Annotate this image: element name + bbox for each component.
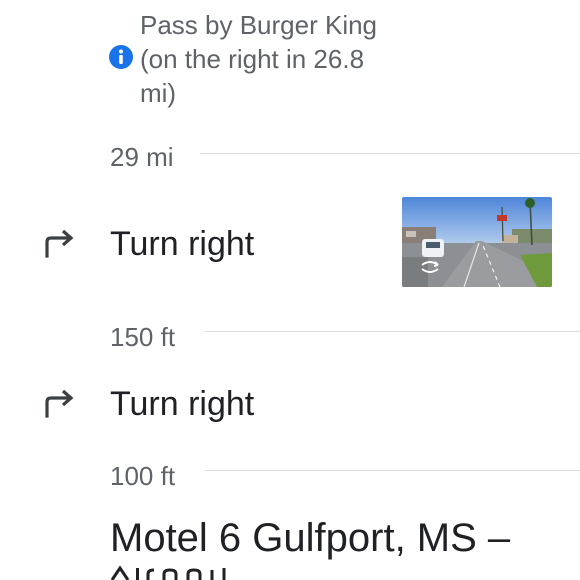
street-view-thumbnail[interactable] (402, 197, 552, 287)
segment-distance: 100 ft (110, 461, 176, 491)
segment-distance: 150 ft (110, 322, 176, 352)
landmark-note: Pass by Burger King (on the right in 26.… (140, 8, 400, 110)
info-icon (108, 44, 134, 70)
destination-name[interactable]: Motel 6 Gulfport, MS – (110, 516, 510, 561)
divider (205, 470, 580, 471)
destination-continuation (110, 566, 250, 580)
turn-right-icon (42, 388, 78, 418)
turn-right-icon (42, 228, 78, 258)
directions-list: Pass by Burger King (on the right in 26.… (0, 0, 580, 580)
divider (200, 153, 580, 154)
step-instruction: Turn right (110, 225, 255, 263)
segment-distance: 29 mi (110, 142, 174, 172)
step-instruction: Turn right (110, 385, 255, 423)
landmark-note-line-3: mi) (140, 78, 177, 108)
landmark-note-line-1: Pass by Burger King (140, 10, 378, 40)
divider (205, 331, 580, 332)
landmark-note-line-2: (on the right in 26.8 (140, 44, 365, 74)
